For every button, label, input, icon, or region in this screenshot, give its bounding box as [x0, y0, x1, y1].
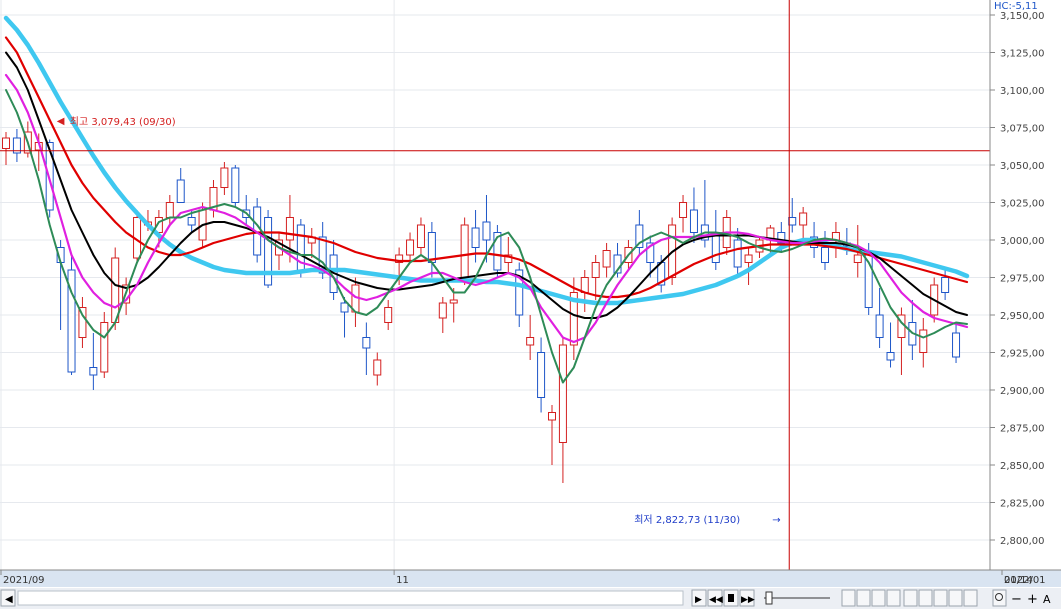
candle-up	[919, 329, 928, 353]
low-arrow-icon: →	[772, 515, 780, 526]
zoom-fit-button[interactable]	[841, 589, 856, 607]
candle-up	[384, 307, 393, 323]
high-annotation: 최고 3,079,43 (09/30)	[70, 116, 176, 128]
scroll-thumb[interactable]	[17, 590, 684, 606]
rewind-icon: ◀◀	[709, 595, 723, 605]
play-icon: ▶	[695, 595, 702, 605]
candle-up	[111, 257, 120, 323]
candle-up	[406, 239, 415, 256]
date-tick-label: 11	[396, 575, 409, 586]
price-tick-label: 3,050,00	[1000, 161, 1045, 172]
price-tick-label: 2,875,00	[1000, 424, 1045, 435]
price-tick-label: 2,900,00	[1000, 386, 1045, 397]
candle-up	[100, 322, 109, 373]
zoom-out-icon[interactable]: −	[1011, 592, 1022, 607]
date-axis	[0, 570, 1061, 587]
candle-down	[362, 337, 371, 349]
stop-icon	[728, 594, 734, 602]
candle-up	[679, 202, 688, 218]
candle-down	[471, 227, 480, 248]
price-tick-label: 3,000,00	[1000, 236, 1045, 247]
chart-window: 3,059,482021/11/30(화)2,921,92-1,36%◀최고 3…	[0, 0, 1061, 609]
candle-up	[438, 302, 447, 319]
date-tick-label: 01/14	[1004, 575, 1033, 586]
indicator-label: HC:-5,11	[994, 1, 1038, 12]
search-button[interactable]	[992, 589, 1007, 607]
candle-up	[220, 167, 229, 188]
candle-down	[176, 179, 185, 203]
candle-down	[875, 314, 884, 338]
price-tick-label: 2,825,00	[1000, 499, 1045, 510]
price-tick-label: 3,100,00	[1000, 86, 1045, 97]
candle-up	[591, 262, 600, 278]
candle-up	[285, 217, 294, 241]
candle-up	[460, 224, 469, 278]
print-button[interactable]	[963, 589, 978, 607]
candle-down	[886, 352, 895, 361]
plot-background	[0, 0, 990, 570]
candle-down	[821, 247, 829, 263]
candle-up	[580, 277, 589, 293]
high-arrow-icon: ◀	[57, 116, 65, 127]
candle-up	[2, 137, 10, 149]
candle-down	[231, 167, 240, 203]
price-tick-label: 2,850,00	[1000, 461, 1045, 472]
candle-up	[548, 412, 556, 421]
price-tick-label: 3,150,00	[1000, 11, 1045, 22]
candle-down	[952, 332, 961, 358]
candlestick-chart[interactable]: 3,059,482021/11/30(화)2,921,92-1,36%◀최고 3…	[0, 0, 1061, 609]
candle-down	[788, 217, 797, 226]
candle-down	[711, 232, 720, 263]
settings-button[interactable]	[948, 589, 963, 607]
candle-up	[799, 212, 808, 226]
candle-up	[526, 337, 535, 346]
candle-down	[89, 367, 98, 376]
candle-up	[558, 344, 567, 443]
candle-button[interactable]	[886, 589, 901, 607]
candle-up	[416, 224, 425, 248]
candle-down	[537, 352, 546, 398]
price-tick-label: 3,025,00	[1000, 199, 1045, 210]
price-tick-label: 3,075,00	[1000, 124, 1045, 135]
zoom-in-icon[interactable]: +	[1027, 592, 1038, 607]
candle-up	[744, 254, 753, 263]
price-tick-label: 2,800,00	[1000, 536, 1045, 547]
zoom-range-button[interactable]	[856, 589, 871, 607]
candle-down	[482, 221, 491, 241]
price-tick-label: 2,975,00	[1000, 274, 1045, 285]
forward-icon: ▶▶	[741, 595, 755, 605]
font-size-icon[interactable]: A	[1043, 593, 1051, 606]
candle-up	[853, 254, 862, 263]
price-tick-label: 3,125,00	[1000, 49, 1045, 60]
indicator-button[interactable]	[903, 589, 918, 607]
line-tool-button[interactable]	[933, 589, 948, 607]
zoom-slider-handle[interactable]	[765, 591, 773, 605]
candle-up	[373, 359, 382, 376]
candle-down	[187, 217, 196, 226]
date-tick-label: 2021/09	[3, 575, 45, 586]
draw-button[interactable]	[918, 589, 933, 607]
candle-down	[340, 302, 349, 313]
scroll-left-icon: ◀	[5, 594, 13, 605]
candle-down	[733, 239, 742, 268]
candle-down	[427, 232, 436, 263]
candle-up	[602, 250, 611, 268]
candle-down	[941, 277, 950, 293]
price-tick-label: 2,950,00	[1000, 311, 1045, 322]
candle-down	[689, 209, 698, 233]
price-tick-label: 2,925,00	[1000, 349, 1045, 360]
chart-type-button[interactable]	[871, 589, 886, 607]
candle-up	[449, 299, 458, 304]
low-annotation: 최저 2,822,73 (11/30)	[634, 514, 740, 526]
candle-up	[165, 202, 174, 218]
toolbar: ▶ ◀◀ ▶▶ − + A	[691, 589, 1051, 607]
